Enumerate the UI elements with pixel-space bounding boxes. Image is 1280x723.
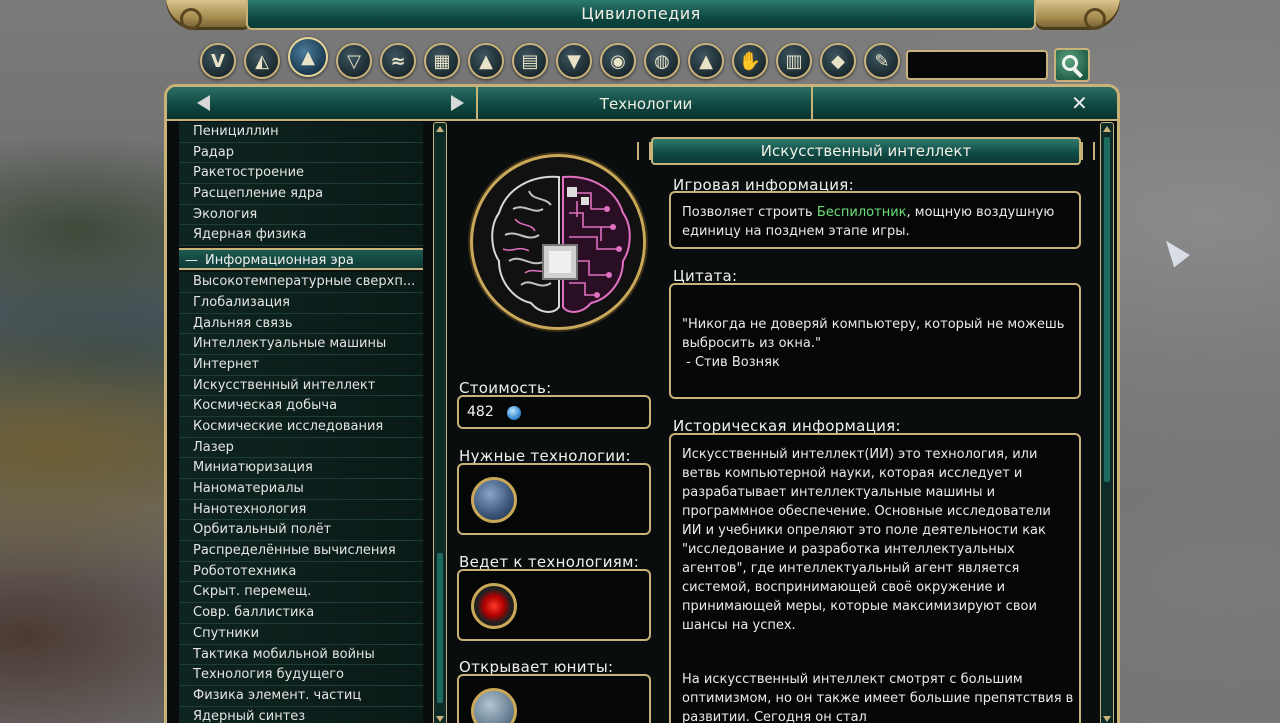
list-item[interactable]: Технология будущего xyxy=(179,665,423,686)
page-title: Технологии xyxy=(599,95,693,113)
list-item[interactable]: Ракетостроение xyxy=(179,163,423,185)
list-item[interactable]: Искусственный интеллект xyxy=(179,375,423,397)
list-item[interactable]: Пенициллин xyxy=(179,122,423,143)
civs-icon[interactable]: ◭ xyxy=(244,43,280,79)
tech-icon[interactable]: ▲ xyxy=(288,37,328,77)
title-ornament-right xyxy=(1036,0,1120,30)
search-button[interactable] xyxy=(1054,48,1090,82)
section-label: Информационная эра xyxy=(205,253,354,269)
scroll-up-icon[interactable] xyxy=(436,126,444,132)
future-tech-icon[interactable] xyxy=(471,583,517,629)
buildings-icon[interactable]: ▦ xyxy=(424,43,460,79)
list-item[interactable]: Высокотемпературные сверхп... xyxy=(179,272,423,293)
list-item[interactable]: Интеллектуальные машины xyxy=(179,334,423,355)
improvements-icon[interactable]: ▥ xyxy=(776,43,812,79)
list-item[interactable]: Спутники xyxy=(179,623,423,645)
scroll-up-icon[interactable] xyxy=(1103,126,1111,132)
list-item[interactable]: Экология xyxy=(179,204,423,226)
list-item[interactable]: Орбитальный полёт xyxy=(179,520,423,542)
tech-name-banner: Искусственный интеллект xyxy=(637,137,1095,165)
forward-arrow-icon[interactable] xyxy=(451,95,464,111)
category-bar: V ◭ ▲ ▽ ≈ ▦ ▲ ▤ ▼ ◉ ◍ ▲ ✋ ▥ ◆ ✎ xyxy=(200,37,900,82)
nav-row: Технологии ✕ xyxy=(167,87,1117,121)
units-icon[interactable]: ▤ xyxy=(512,43,548,79)
scroll-down-icon[interactable] xyxy=(436,716,444,722)
close-button[interactable]: ✕ xyxy=(1071,91,1088,115)
list-item[interactable]: Расщепление ядра xyxy=(179,184,423,205)
back-arrow-icon[interactable] xyxy=(197,95,210,111)
game-concepts-icon[interactable]: V xyxy=(200,43,236,79)
list-item[interactable]: Распределённые вычисления xyxy=(179,541,423,562)
game-info-box: Позволяет строить Беспилотник, мощную во… xyxy=(669,191,1081,249)
scroll-thumb[interactable] xyxy=(437,553,443,703)
policies-icon[interactable]: ▽ xyxy=(336,43,372,79)
history-box: Искусственный интеллект(ИИ) это технолог… xyxy=(669,433,1081,723)
history-paragraph-2: На искусственный интеллект смотрят с бол… xyxy=(682,672,1074,723)
list-item[interactable]: Нанотехнология xyxy=(179,499,423,521)
title-ornament-left xyxy=(166,0,250,30)
brain-circuit-icon xyxy=(475,159,643,327)
list-item[interactable]: Ядерная физика xyxy=(179,225,423,247)
list-item[interactable]: Миниатюризация xyxy=(179,458,423,479)
list-item[interactable]: Физика элемент. частиц xyxy=(179,685,423,707)
list-item[interactable]: Наноматериалы xyxy=(179,479,423,500)
nav-divider xyxy=(476,87,478,119)
terrain-icon[interactable]: ▲ xyxy=(688,43,724,79)
drone-link[interactable]: Беспилотник xyxy=(817,205,907,220)
list-item[interactable]: Космическая добыча xyxy=(179,396,423,417)
list-item[interactable]: Ядерный синтез xyxy=(179,706,423,723)
list-item[interactable]: Скрыт. перемещ. xyxy=(179,582,423,604)
list-item[interactable]: Интернет xyxy=(179,354,423,376)
list-section-information-era[interactable]: — Информационная эра xyxy=(179,248,423,271)
great-people-icon[interactable]: ◍ xyxy=(644,43,680,79)
list-item[interactable]: Совр. баллистика xyxy=(179,603,423,624)
prereq-box xyxy=(457,463,651,535)
list-item[interactable]: Космические исследования xyxy=(179,416,423,438)
wonders-icon[interactable]: ▲ xyxy=(468,43,504,79)
specialists-icon[interactable]: ▼ xyxy=(556,43,592,79)
civilopedia-panel: Технологии ✕ Пенициллин Радар Ракетостроен… xyxy=(164,84,1120,723)
quote-box: "Никогда не доверяй компьютеру, который … xyxy=(669,283,1081,399)
cost-box: 482 xyxy=(457,395,651,429)
drone-unit-icon[interactable] xyxy=(471,688,517,723)
history-paragraph-1: Искусственный интеллект(ИИ) это технолог… xyxy=(682,447,1051,633)
list-scrollbar[interactable] xyxy=(433,122,447,723)
city-states-icon[interactable]: ◉ xyxy=(600,43,636,79)
science-icon xyxy=(507,406,521,420)
tech-portrait xyxy=(470,154,646,330)
promotions-icon[interactable]: ≈ xyxy=(380,43,416,79)
game-info-text: Позволяет строить Беспилотник, мощную во… xyxy=(682,205,1055,239)
resources-icon[interactable]: ✋ xyxy=(732,43,768,79)
list-item[interactable]: Лазер xyxy=(179,437,423,459)
cost-value: 482 xyxy=(467,404,494,420)
scroll-down-icon[interactable] xyxy=(1103,716,1111,722)
nanotech-tech-icon[interactable] xyxy=(471,477,517,523)
content-scrollbar[interactable] xyxy=(1100,122,1114,723)
mouse-cursor-icon xyxy=(1158,234,1190,268)
search-icon xyxy=(1062,55,1078,71)
search-input[interactable] xyxy=(906,50,1048,80)
list-item[interactable]: Радар xyxy=(179,142,423,164)
religion-icon[interactable]: ◆ xyxy=(820,43,856,79)
quote-author: - Стив Возняк xyxy=(682,355,780,370)
collapse-icon[interactable]: — xyxy=(185,250,198,271)
list-item[interactable]: Тактика мобильной войны xyxy=(179,644,423,666)
list-item[interactable]: Дальняя связь xyxy=(179,313,423,335)
list-item[interactable]: Глобализация xyxy=(179,292,423,314)
nav-divider xyxy=(811,87,813,119)
leads-to-box xyxy=(457,569,651,641)
unlocks-units-box xyxy=(457,674,651,723)
world-congress-icon[interactable]: ✎ xyxy=(864,43,900,79)
tech-list: Пенициллин Радар Ракетостроение Расщепление… xyxy=(179,122,423,723)
list-item[interactable]: Робототехника xyxy=(179,561,423,583)
scroll-thumb[interactable] xyxy=(1104,137,1110,482)
quote-text: "Никогда не доверяй компьютеру, который … xyxy=(682,317,1065,351)
window-title: Цивилопедия xyxy=(246,0,1036,30)
